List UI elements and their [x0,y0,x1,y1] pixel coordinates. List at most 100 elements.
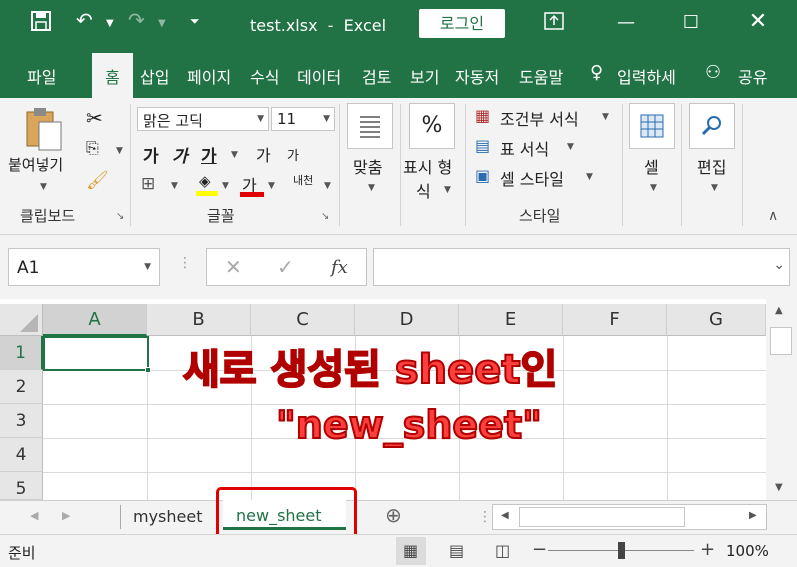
clipboard-launcher-icon[interactable]: ↘ [116,211,124,222]
scroll-up-icon[interactable]: ▲ [775,305,783,316]
font-size-dropdown[interactable]: 11 ▼ [271,107,335,131]
scroll-thumb[interactable] [770,327,792,355]
cells-label[interactable]: 셀 [644,154,659,178]
cut-icon[interactable]: ✂ [86,106,103,130]
scroll-left-icon[interactable]: ◀ [501,510,509,521]
copy-icon[interactable]: ⎘ [86,138,99,158]
column-header-d[interactable]: D [355,304,459,336]
active-cell-a1[interactable] [43,336,151,373]
normal-view-button[interactable]: ▦ [396,537,426,565]
tab-formulas[interactable]: 수식 [250,64,279,88]
editing-dropdown-icon[interactable]: ▼ [711,183,718,193]
formula-input[interactable]: ⌄ [373,248,790,286]
zoom-level[interactable]: 100% [726,542,769,560]
column-header-e[interactable]: E [459,304,563,336]
tab-data[interactable]: 데이터 [297,64,341,88]
cell-style-button[interactable]: 셀 스타일 [500,166,564,190]
zoom-slider-thumb[interactable] [618,542,625,559]
tab-file[interactable]: 파일 [27,64,56,88]
collapse-ribbon-icon[interactable]: ∧ [768,208,778,224]
person-icon[interactable]: ⚇ [705,62,721,83]
tab-review[interactable]: 검토 [362,64,391,88]
prev-sheet-icon[interactable]: ◀ [30,509,38,522]
select-all-corner[interactable] [0,304,43,336]
horizontal-scrollbar[interactable]: ◀ ▶ [492,504,767,530]
scroll-right-icon[interactable]: ▶ [749,510,757,521]
alignment-icon[interactable] [347,103,393,149]
sheet-tab-mysheet[interactable]: mysheet [133,507,203,526]
tab-page-layout[interactable]: 페이지 [187,64,231,88]
font-color-button[interactable]: 가 [240,172,264,197]
cells-icon[interactable] [629,103,675,149]
cell-style-dropdown-icon[interactable]: ▼ [586,172,593,182]
grow-font-button[interactable]: 가 [256,142,271,166]
column-header-c[interactable]: C [251,304,355,336]
row-header-1[interactable]: 1 [0,336,43,370]
italic-button[interactable]: 가 [172,142,188,167]
tab-insert[interactable]: 삽입 [140,64,169,88]
underline-dropdown-icon[interactable]: ▼ [231,150,238,160]
add-sheet-icon[interactable]: ⊕ [385,503,402,527]
cancel-icon[interactable]: ✕ [225,255,242,279]
number-format-icon[interactable]: % [409,103,455,149]
tab-home[interactable]: 홈 [92,53,133,98]
drag-handle-icon[interactable]: ⋮ [478,509,492,525]
conditional-format-dropdown-icon[interactable]: ▼ [602,112,609,122]
underline-button[interactable]: 가 [201,142,217,167]
shrink-font-button[interactable]: 가 [287,145,299,164]
phonetic-dropdown-icon[interactable]: ▼ [324,181,331,191]
worksheet-grid[interactable]: A B C D E F G 1 2 3 4 5 ▲ ▼ 새로 생성된 sheet… [0,299,797,500]
phonetic-button[interactable]: 내천 [293,172,313,188]
tab-view[interactable]: 보기 [410,64,439,88]
cells-dropdown-icon[interactable]: ▼ [650,183,657,193]
copy-dropdown-icon[interactable]: ▼ [116,146,123,156]
fill-handle[interactable] [145,367,151,373]
scroll-thumb[interactable] [519,507,685,527]
next-sheet-icon[interactable]: ▶ [62,509,70,522]
insert-function-button[interactable]: fx [331,257,348,278]
borders-icon[interactable]: ⊞ [141,174,155,194]
scroll-down-icon[interactable]: ▼ [775,482,783,493]
zoom-in-button[interactable]: + [700,539,715,560]
column-header-b[interactable]: B [147,304,251,336]
font-name-dropdown[interactable]: 맑은 고딕 ▼ [137,107,269,131]
fill-color-icon[interactable]: ◈ [196,172,218,196]
column-header-f[interactable]: F [563,304,667,336]
tab-help[interactable]: 도움말 [519,64,563,88]
number-format-label[interactable]: 표시 형 [403,154,452,178]
borders-dropdown-icon[interactable]: ▼ [171,181,178,191]
page-break-view-icon[interactable]: ◫ [495,541,510,560]
font-launcher-icon[interactable]: ↘ [321,211,329,222]
bold-button[interactable]: 가 [143,142,159,167]
share-button[interactable]: 공유 [738,64,767,88]
fill-color-dropdown-icon[interactable]: ▼ [222,181,229,191]
expand-formula-icon[interactable]: ⌄ [773,257,785,273]
tell-me-box[interactable]: 입력하세 [617,64,676,88]
minimize-icon[interactable]: — [611,12,641,33]
row-header-3[interactable]: 3 [0,404,43,438]
close-icon[interactable]: ✕ [743,9,773,34]
vertical-scrollbar[interactable]: ▲ ▼ [766,299,797,500]
table-format-button[interactable]: 표 서식 [500,136,549,160]
save-icon[interactable] [30,10,52,37]
column-header-g[interactable]: G [667,304,766,336]
paste-button[interactable]: 붙여넣기 ▼ [6,104,82,199]
conditional-format-button[interactable]: 조건부 서식 [500,106,579,130]
column-header-a[interactable]: A [43,304,147,336]
font-color-dropdown-icon[interactable]: ▼ [268,181,275,191]
editing-icon[interactable] [689,103,735,149]
alignment-dropdown-icon[interactable]: ▼ [368,183,375,193]
row-header-2[interactable]: 2 [0,370,43,404]
row-header-4[interactable]: 4 [0,438,43,472]
ribbon-display-options-icon[interactable] [539,12,569,35]
editing-label[interactable]: 편집 [697,154,726,178]
row-header-5[interactable]: 5 [0,472,43,500]
redo-dropdown-icon[interactable]: ▼ [158,18,166,29]
undo-icon[interactable]: ↶ [76,8,93,32]
zoom-out-button[interactable]: − [532,539,547,560]
undo-dropdown-icon[interactable]: ▼ [106,18,114,29]
customize-toolbar-icon[interactable]: ⏷ [190,14,200,29]
drag-handle-icon[interactable]: ⋮ [178,255,192,271]
alignment-label[interactable]: 맞춤 [353,154,382,178]
enter-icon[interactable]: ✓ [277,255,294,279]
